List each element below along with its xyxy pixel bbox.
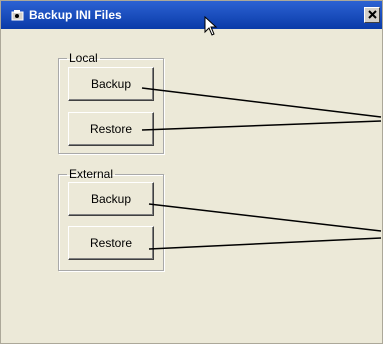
local-backup-button[interactable]: Backup [68, 67, 154, 101]
title-bar[interactable]: Backup INI Files [1, 1, 382, 29]
close-icon [367, 9, 377, 21]
mouse-cursor-icon [204, 15, 218, 36]
window-title: Backup INI Files [29, 8, 122, 22]
backup-ini-window: Backup INI Files Local Backup Restore Ex… [0, 0, 383, 344]
connector-line [141, 120, 382, 131]
connector-line [148, 203, 382, 232]
connector-line [148, 237, 382, 250]
local-restore-button[interactable]: Restore [68, 112, 154, 146]
close-button[interactable] [364, 7, 380, 23]
external-backup-button[interactable]: Backup [68, 182, 154, 216]
app-icon [11, 8, 25, 22]
external-restore-button[interactable]: Restore [68, 226, 154, 260]
connector-line [141, 87, 382, 118]
external-group-label: External [69, 167, 114, 181]
local-group-label: Local [69, 51, 98, 65]
